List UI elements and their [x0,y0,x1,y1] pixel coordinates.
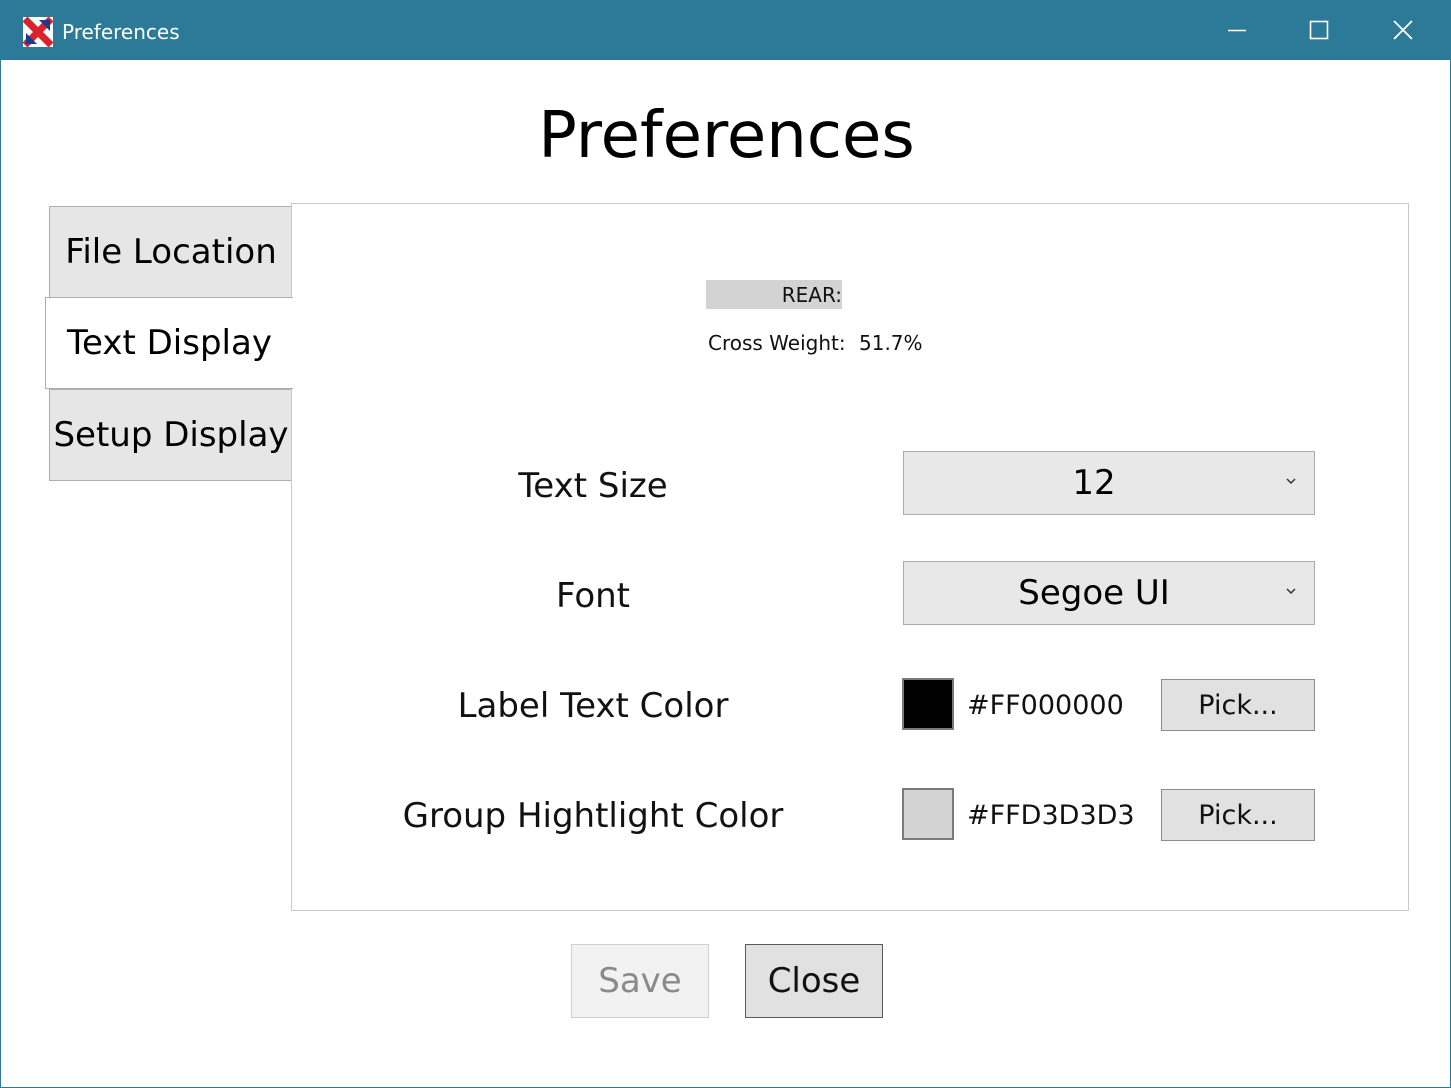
page-title: Preferences [538,99,915,173]
save-button[interactable]: Save [571,944,709,1018]
minimize-icon [1228,29,1246,32]
preferences-window: Preferences Preferences File Location Te… [0,0,1451,1088]
close-icon [1393,20,1413,40]
label-text-color-label: Label Text Color [457,686,729,726]
font-label: Font [555,576,631,616]
text-size-value: 12 [1072,463,1116,503]
pick-label-text-color-button[interactable]: Pick... [1161,679,1315,731]
group-highlight-color-value: #FFD3D3D3 [967,800,1135,831]
app-logo-icon [23,17,53,47]
minimize-button[interactable] [1195,0,1279,60]
chevron-down-icon [1286,478,1296,485]
window-title: Preferences [62,20,180,44]
label-text-color-swatch [902,678,954,730]
maximize-button[interactable] [1277,0,1361,60]
group-highlight-color-label: Group Hightlight Color [402,796,784,836]
rear-label: REAR: [781,283,842,307]
chevron-down-icon [1286,588,1296,595]
tab-setup-display[interactable]: Setup Display [49,389,293,481]
pick-group-highlight-color-button[interactable]: Pick... [1161,789,1315,841]
text-size-label: Text Size [518,466,668,506]
text-size-dropdown[interactable]: 12 [903,451,1315,515]
maximize-icon [1309,20,1329,40]
tab-text-display[interactable]: Text Display [45,297,293,389]
close-button[interactable]: Close [745,944,883,1018]
tab-file-location[interactable]: File Location [49,206,293,298]
title-bar[interactable]: Preferences [1,0,1451,60]
font-value: Segoe UI [1018,573,1170,613]
group-highlight-color-swatch [902,788,954,840]
close-window-button[interactable] [1361,0,1445,60]
label-text-color-value: #FF000000 [967,690,1124,721]
font-dropdown[interactable]: Segoe UI [903,561,1315,625]
cross-weight-value: 51.7% [859,331,923,355]
cross-weight-label: Cross Weight: [708,331,846,355]
